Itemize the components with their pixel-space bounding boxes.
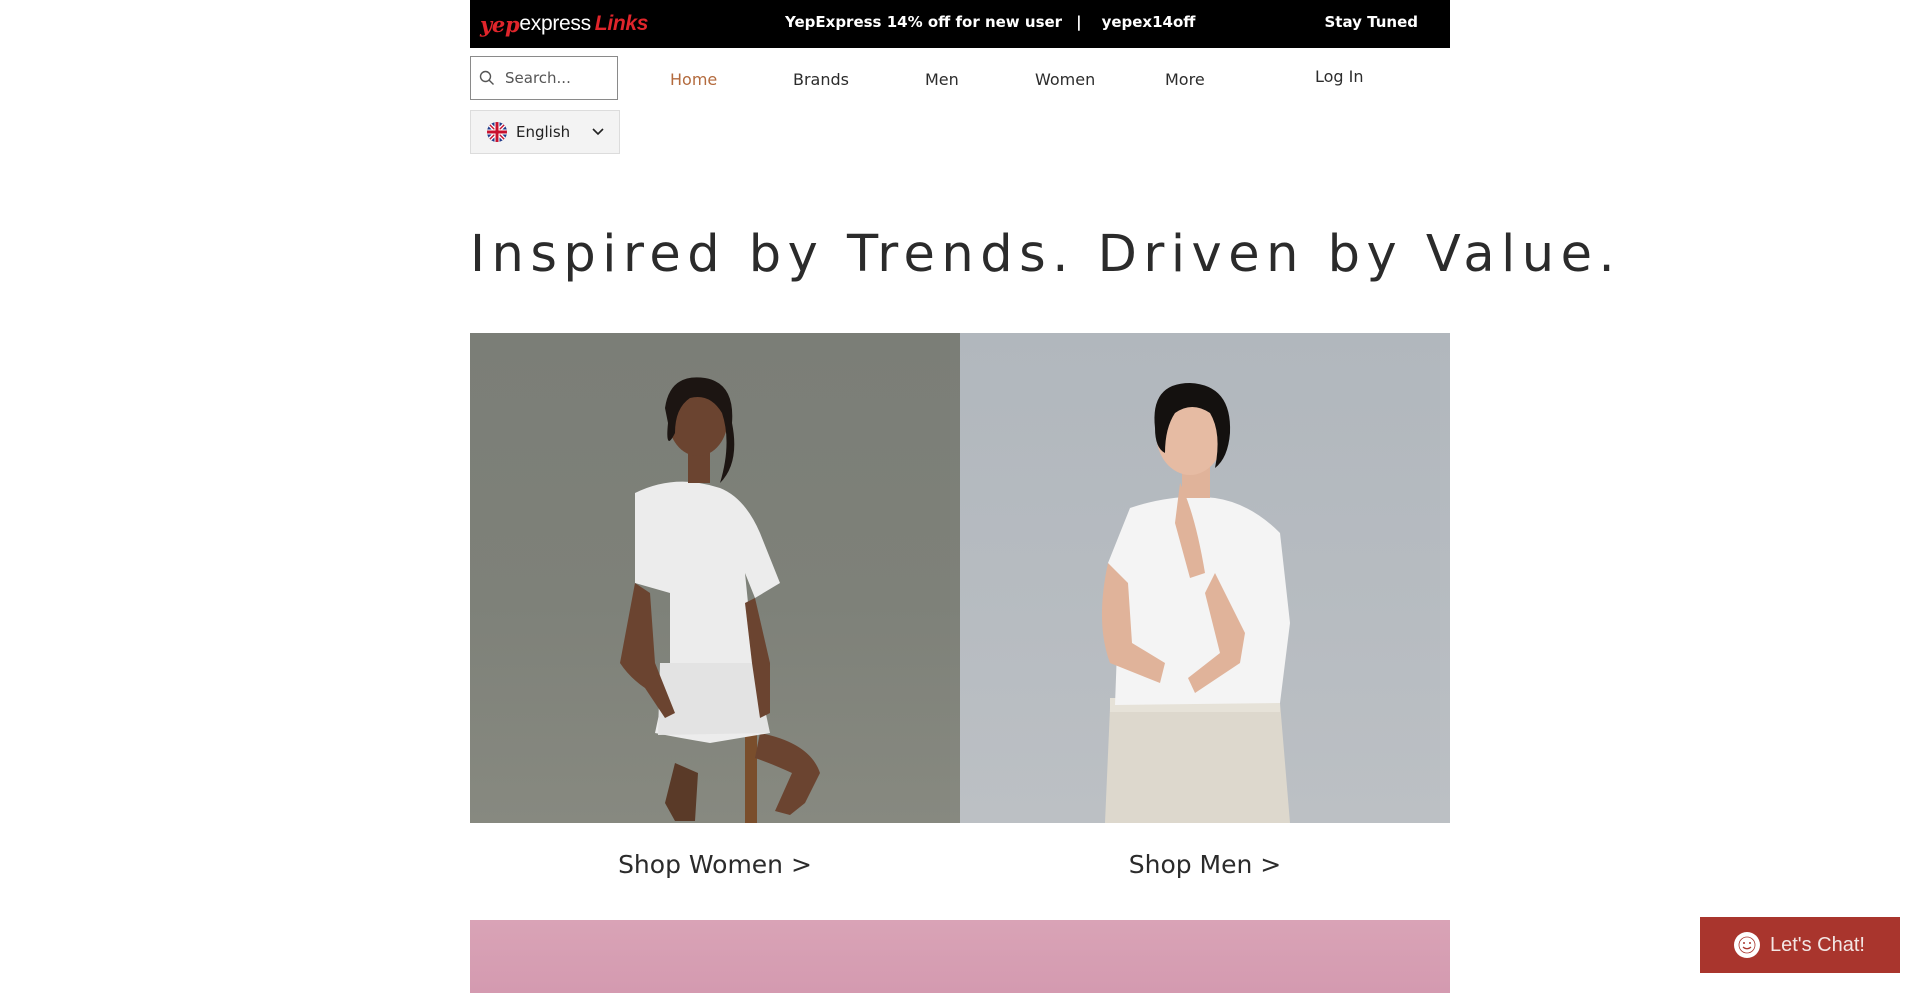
shop-women-link[interactable]: Shop Women > bbox=[470, 850, 960, 879]
stay-tuned-link[interactable]: Stay Tuned bbox=[1325, 13, 1419, 31]
nav-item-men[interactable]: Men bbox=[925, 70, 959, 89]
promo-banner: YepExpress 14% off for new user | yepex1… bbox=[785, 13, 1195, 31]
logo-express: express bbox=[519, 12, 591, 35]
nav-item-home[interactable]: Home bbox=[670, 70, 717, 89]
language-label: English bbox=[516, 123, 571, 141]
language-selector[interactable]: English bbox=[470, 110, 620, 154]
chevron-down-icon bbox=[591, 127, 605, 137]
top-announcement-bar: yep express Links YepExpress 14% off for… bbox=[470, 0, 1450, 48]
search-input[interactable] bbox=[503, 68, 611, 88]
promo-separator: | bbox=[1076, 13, 1082, 31]
chat-label: Let's Chat! bbox=[1770, 933, 1865, 956]
nav-item-women[interactable]: Women bbox=[1035, 70, 1095, 89]
nav-item-brands[interactable]: Brands bbox=[793, 70, 849, 89]
logo-yep: yep bbox=[480, 11, 520, 37]
page: yep express Links YepExpress 14% off for… bbox=[0, 0, 1920, 993]
shop-men-link[interactable]: Shop Men > bbox=[960, 850, 1450, 879]
women-hero-image[interactable] bbox=[470, 333, 960, 823]
chat-smiley-icon bbox=[1734, 932, 1760, 958]
search-icon[interactable] bbox=[471, 70, 503, 86]
pink-promo-banner[interactable] bbox=[470, 920, 1450, 993]
chat-button[interactable]: Let's Chat! bbox=[1700, 917, 1900, 973]
promo-code: yepex14off bbox=[1101, 13, 1196, 31]
hero-heading: Inspired by Trends. Driven by Value. bbox=[470, 225, 1622, 284]
men-hero-image[interactable] bbox=[960, 333, 1450, 823]
nav-item-more[interactable]: More bbox=[1165, 70, 1205, 89]
search-box[interactable] bbox=[470, 56, 618, 100]
login-link[interactable]: Log In bbox=[1315, 67, 1364, 86]
site-logo[interactable]: yep express Links bbox=[480, 10, 648, 38]
uk-flag-icon bbox=[487, 122, 507, 142]
promo-text: YepExpress 14% off for new user bbox=[785, 13, 1063, 31]
logo-links: Links bbox=[594, 12, 649, 35]
